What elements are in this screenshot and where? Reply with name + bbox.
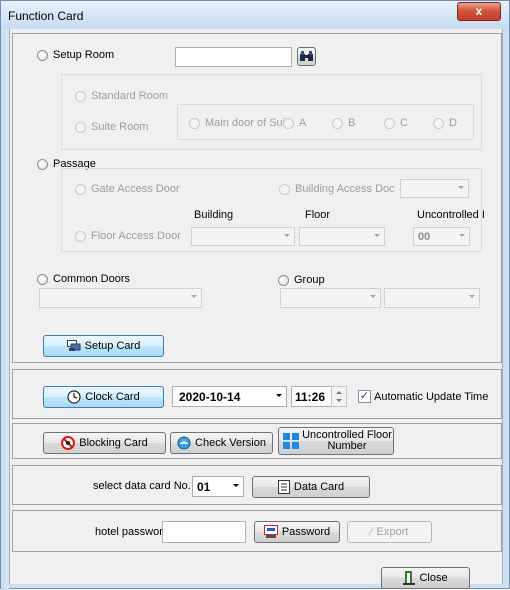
building-access-select[interactable]	[400, 179, 469, 198]
building-access-radio[interactable]	[279, 184, 290, 195]
document-icon	[277, 480, 290, 495]
floor-column-label: Floor	[305, 209, 331, 221]
card-number-select[interactable]: 01	[192, 476, 244, 497]
gate-access-radio[interactable]	[75, 184, 86, 195]
setup-card-label: Setup Card	[84, 340, 141, 352]
building-column-label: Building	[194, 209, 234, 221]
suite-room-radio[interactable]	[75, 122, 86, 133]
title-bar: Function Card x	[1, 1, 509, 29]
hotel-password-label: hotel password	[95, 526, 169, 538]
password-button[interactable]: Password	[254, 521, 340, 543]
function-card-window: Function Card x Setup Room Standard Room	[0, 0, 510, 590]
password-section: hotel password Password ⁄ Export	[12, 510, 502, 552]
data-card-label: Data Card	[293, 481, 345, 493]
floor-select[interactable]	[299, 227, 385, 246]
window-close-button[interactable]: x	[457, 2, 501, 21]
main-door-radio[interactable]	[189, 118, 200, 129]
auto-update-label: Automatic Update Time	[374, 391, 489, 403]
key-card-icon	[263, 525, 278, 539]
password-button-label: Password	[281, 526, 331, 538]
option-d-radio[interactable]	[433, 118, 444, 129]
room-number-input[interactable]	[175, 47, 292, 67]
blocking-card-label: Blocking Card	[79, 437, 148, 449]
check-version-button[interactable]: Check Version	[170, 432, 273, 454]
select-card-label: select data card No.	[93, 480, 191, 492]
floor-access-label: Floor Access Door	[91, 230, 181, 242]
client-area: Setup Room Standard Room Suite Room Main…	[9, 29, 503, 589]
setup-room-radio[interactable]	[37, 50, 48, 61]
option-b-label: B	[348, 117, 356, 129]
option-b-radio[interactable]	[332, 118, 343, 129]
uncontrolled-select[interactable]: 00	[413, 227, 470, 246]
actions-section: Blocking Card Check Version Uncontrolled…	[12, 423, 502, 459]
clock-section: Clock Card 2020-10-14 11:26 ✓ Automatic …	[12, 369, 502, 419]
check-version-label: Check Version	[195, 437, 266, 449]
group-radio[interactable]	[278, 275, 289, 286]
main-door-label: Main door of Sui	[205, 117, 286, 129]
group-select-2[interactable]	[384, 288, 480, 308]
option-d-label: D	[449, 117, 457, 129]
group-select-1[interactable]	[280, 288, 381, 308]
gate-access-label: Gate Access Door	[91, 183, 180, 195]
close-button-label: Close	[419, 572, 448, 584]
data-card-section: select data card No. 01 Data Card	[12, 465, 502, 505]
window-frame-left	[1, 29, 9, 590]
standard-room-label: Standard Room	[91, 90, 169, 102]
export-button-label: Export	[376, 526, 409, 538]
time-spinner[interactable]	[331, 386, 347, 407]
option-a-radio[interactable]	[283, 118, 294, 129]
grid-icon	[283, 433, 299, 449]
hotel-password-input[interactable]	[162, 521, 246, 543]
check-version-icon	[177, 436, 191, 450]
window-title: Function Card	[8, 9, 84, 23]
common-doors-radio[interactable]	[37, 274, 48, 285]
close-button[interactable]: Close	[381, 567, 470, 589]
setup-card-button[interactable]: Setup Card	[43, 335, 164, 357]
data-card-button[interactable]: Data Card	[252, 476, 370, 498]
option-c-label: C	[400, 117, 408, 129]
binoculars-icon	[300, 50, 313, 61]
blocked-icon	[61, 436, 76, 451]
standard-room-radio[interactable]	[75, 91, 86, 102]
common-doors-select[interactable]	[39, 288, 202, 308]
option-a-label: A	[299, 117, 307, 129]
building-access-label: Building Access Doc	[295, 183, 395, 195]
option-c-radio[interactable]	[384, 118, 395, 129]
uncontrolled-floor-label-2: Number	[327, 440, 367, 452]
date-picker[interactable]: 2020-10-14	[172, 386, 287, 407]
auto-update-checkbox[interactable]: ✓	[358, 390, 371, 403]
room-search-button[interactable]	[297, 47, 316, 66]
clock-card-button[interactable]: Clock Card	[43, 386, 164, 408]
blocking-card-button[interactable]: Blocking Card	[43, 432, 166, 454]
card-stack-icon	[66, 340, 81, 352]
common-doors-label: Common Doors	[53, 273, 131, 285]
clock-card-label: Clock Card	[85, 391, 140, 403]
door-exit-icon	[403, 571, 416, 586]
clock-icon	[67, 390, 81, 404]
export-icon: ⁄	[370, 526, 373, 538]
setup-room-label: Setup Room	[53, 49, 115, 61]
suite-room-label: Suite Room	[91, 121, 149, 133]
uncontrolled-column-label: Uncontrolled I	[417, 209, 485, 221]
group-label: Group	[294, 274, 325, 286]
passage-radio[interactable]	[37, 159, 48, 170]
building-select[interactable]	[191, 227, 295, 246]
export-button[interactable]: ⁄ Export	[347, 521, 432, 543]
floor-access-radio[interactable]	[75, 231, 86, 242]
room-setup-section: Setup Room Standard Room Suite Room Main…	[12, 33, 502, 363]
uncontrolled-floor-button[interactable]: Uncontrolled Floor Number	[278, 427, 394, 455]
